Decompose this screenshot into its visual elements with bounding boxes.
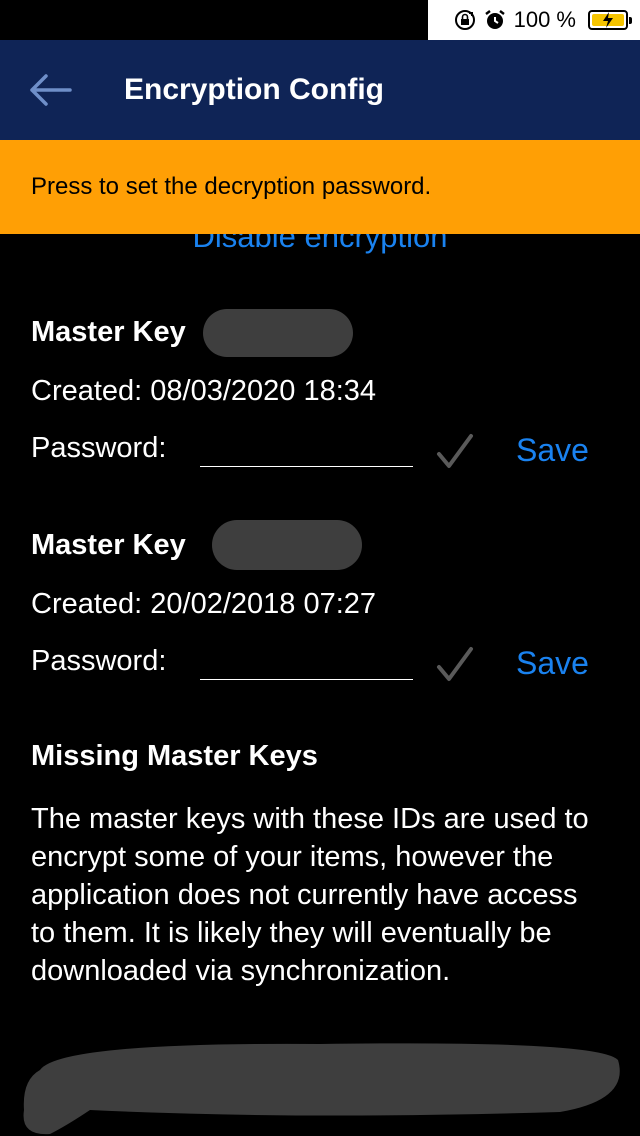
master-key-created: Created: 08/03/2020 18:34 — [31, 375, 377, 407]
redacted-key-id — [212, 520, 362, 570]
password-field[interactable] — [200, 644, 413, 680]
battery-icon — [588, 10, 632, 30]
missing-keys-heading: Missing Master Keys — [31, 740, 318, 772]
arrow-left-icon — [30, 74, 72, 106]
status-bar: 100 % — [428, 0, 640, 40]
missing-keys-description: The master keys with these IDs are used … — [31, 803, 589, 987]
password-label: Password: — [31, 645, 167, 677]
charging-bolt-icon — [603, 12, 613, 28]
password-field[interactable] — [200, 431, 413, 467]
app-header: Encryption Config — [0, 40, 640, 140]
checkmark-icon — [437, 647, 473, 681]
decryption-password-banner[interactable]: Press to set the decryption password. — [0, 140, 640, 234]
redacted-missing-key-ids — [23, 1043, 620, 1135]
battery-percentage: 100 % — [513, 7, 576, 32]
alarm-icon — [484, 9, 506, 31]
master-key-title: Master Key — [31, 316, 186, 348]
redacted-key-id — [203, 309, 353, 357]
back-button[interactable] — [0, 40, 100, 140]
checkmark-icon — [437, 434, 473, 468]
page-title: Encryption Config — [124, 73, 384, 106]
master-key-created: Created: 20/02/2018 07:27 — [31, 588, 377, 620]
save-button[interactable]: Save — [516, 645, 589, 682]
master-key-title: Master Key — [31, 529, 186, 561]
banner-text: Press to set the decryption password. — [31, 173, 432, 200]
save-button[interactable]: Save — [516, 432, 589, 469]
status-bar-left — [0, 0, 428, 40]
password-label: Password: — [31, 432, 167, 464]
rotation-lock-icon — [454, 9, 476, 31]
